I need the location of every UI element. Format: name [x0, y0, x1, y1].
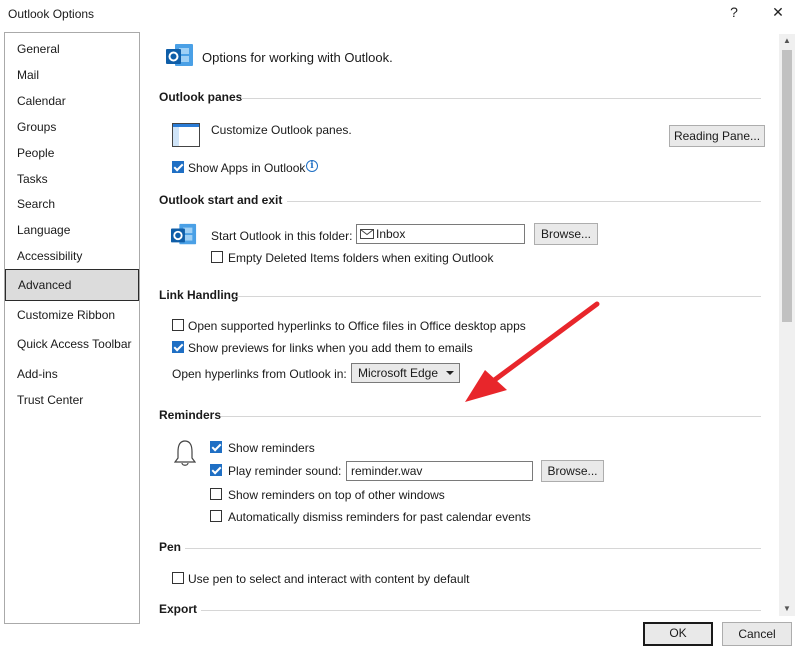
cancel-button[interactable]: Cancel	[722, 622, 792, 646]
section-divider	[287, 201, 761, 202]
scroll-up-icon[interactable]: ▲	[779, 34, 795, 48]
start-folder-browse-button[interactable]: Browse...	[534, 223, 598, 245]
use-pen-label: Use pen to select and interact with cont…	[188, 572, 470, 586]
sidebar-item-customize-ribbon[interactable]: Customize Ribbon	[5, 301, 139, 329]
browser-select-value: Microsoft Edge	[358, 366, 439, 380]
close-button[interactable]: ✕	[766, 4, 790, 21]
use-pen-checkbox[interactable]	[172, 572, 184, 584]
section-divider	[241, 98, 761, 99]
sidebar-item-mail[interactable]: Mail	[5, 61, 139, 89]
reminders-on-top-checkbox[interactable]	[210, 488, 222, 500]
auto-dismiss-checkbox[interactable]	[210, 510, 222, 522]
section-title-export: Export	[159, 602, 198, 616]
options-sidebar: General Mail Calendar Groups People Task…	[4, 32, 140, 624]
open-supported-hyperlinks-checkbox[interactable]	[172, 319, 184, 331]
sidebar-item-people[interactable]: People	[5, 139, 139, 167]
sidebar-item-advanced[interactable]: Advanced	[5, 269, 139, 301]
show-apps-checkbox[interactable]	[172, 161, 184, 173]
content-scrollbar[interactable]: ▲ ▼	[779, 34, 795, 616]
sidebar-item-language[interactable]: Language	[5, 216, 139, 244]
section-title-start-exit: Outlook start and exit	[159, 193, 283, 207]
play-sound-checkbox[interactable]	[210, 464, 222, 476]
auto-dismiss-label: Automatically dismiss reminders for past…	[228, 510, 531, 524]
reminder-sound-field[interactable]: reminder.wav	[346, 461, 533, 481]
show-reminders-label: Show reminders	[228, 441, 315, 455]
customize-panes-text: Customize Outlook panes.	[211, 123, 352, 137]
info-icon[interactable]: i	[306, 160, 318, 172]
start-folder-field[interactable]: Inbox	[356, 224, 525, 244]
sidebar-item-search[interactable]: Search	[5, 190, 139, 218]
sidebar-item-general[interactable]: General	[5, 35, 139, 63]
title-bar: Outlook Options ? ✕	[0, 0, 800, 30]
ok-button-label: OK	[669, 626, 687, 640]
section-title-pen: Pen	[159, 540, 182, 554]
outlook-folder-icon	[170, 222, 198, 251]
cancel-button-label: Cancel	[738, 627, 776, 641]
reminder-sound-value: reminder.wav	[351, 464, 423, 478]
scrollbar-thumb[interactable]	[782, 50, 792, 322]
reading-pane-button-label: Reading Pane...	[673, 129, 761, 143]
sidebar-item-add-ins[interactable]: Add-ins	[5, 360, 139, 388]
open-hyperlinks-from-label: Open hyperlinks from Outlook in:	[172, 367, 347, 381]
sidebar-item-accessibility[interactable]: Accessibility	[5, 242, 139, 270]
reading-pane-button[interactable]: Reading Pane...	[669, 125, 765, 147]
sidebar-item-tasks[interactable]: Tasks	[5, 165, 139, 193]
reminders-on-top-label: Show reminders on top of other windows	[228, 488, 445, 502]
section-divider	[201, 610, 761, 611]
panes-layout-icon	[172, 123, 200, 150]
options-content: Options for working with Outlook. Outloo…	[141, 32, 779, 624]
reminder-sound-browse-button[interactable]: Browse...	[541, 460, 604, 482]
window-title: Outlook Options	[8, 7, 95, 21]
section-title-link-handling: Link Handling	[159, 288, 239, 302]
start-folder-label: Start Outlook in this folder:	[211, 229, 353, 243]
empty-deleted-label: Empty Deleted Items folders when exiting…	[228, 251, 494, 265]
start-folder-value: Inbox	[376, 227, 406, 241]
sidebar-item-quick-access-toolbar[interactable]: Quick Access Toolbar	[5, 330, 139, 358]
annotation-arrow-icon	[465, 301, 600, 402]
start-folder-browse-label: Browse...	[540, 227, 591, 241]
reminder-sound-browse-label: Browse...	[547, 464, 598, 478]
sidebar-item-trust-center[interactable]: Trust Center	[5, 386, 139, 414]
show-link-previews-checkbox[interactable]	[172, 341, 184, 353]
show-reminders-checkbox[interactable]	[210, 441, 222, 453]
show-apps-label: Show Apps in Outlook	[188, 161, 306, 175]
play-sound-label: Play reminder sound:	[228, 464, 342, 478]
section-title-reminders: Reminders	[159, 408, 222, 422]
dialog-footer: OK Cancel	[0, 618, 800, 656]
section-divider	[221, 416, 761, 417]
scroll-down-icon[interactable]: ▼	[779, 602, 795, 616]
sidebar-item-groups[interactable]: Groups	[5, 113, 139, 141]
show-link-previews-label: Show previews for links when you add the…	[188, 341, 473, 355]
section-title-outlook-panes: Outlook panes	[159, 90, 243, 104]
help-button[interactable]: ?	[722, 4, 746, 20]
page-header-text: Options for working with Outlook.	[202, 50, 393, 65]
empty-deleted-checkbox[interactable]	[211, 251, 223, 263]
ok-button[interactable]: OK	[643, 622, 713, 646]
section-divider	[185, 548, 761, 549]
bell-icon	[173, 439, 197, 470]
outlook-logo-icon	[165, 42, 195, 73]
sidebar-item-calendar[interactable]: Calendar	[5, 87, 139, 115]
envelope-icon	[360, 226, 374, 243]
